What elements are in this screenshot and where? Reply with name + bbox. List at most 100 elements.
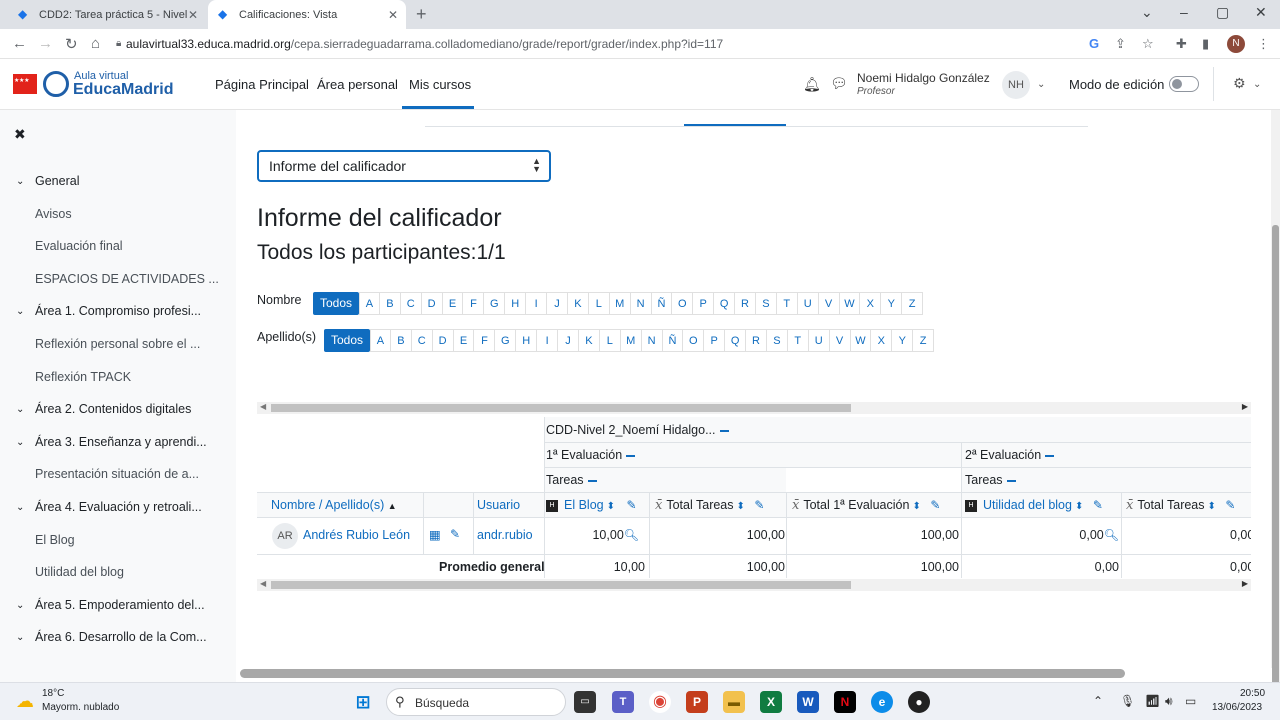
nav-home[interactable]: Página Principal <box>215 77 309 92</box>
last-name-initial-i[interactable]: I <box>537 329 559 352</box>
last-name-initial-t[interactable]: T <box>787 329 809 352</box>
first-name-initial-w[interactable]: W <box>839 292 861 315</box>
name-sort-link[interactable]: Nombre / Apellido(s) <box>271 498 384 512</box>
educamadrid-logo-icon[interactable] <box>43 71 69 97</box>
messages-icon[interactable]: 💬︎ <box>830 75 848 92</box>
url-field[interactable]: aulavirtual33.educa.madrid.org/cepa.sier… <box>126 37 723 51</box>
lock-icon[interactable]: 🔒︎ <box>116 38 121 49</box>
edit-pencil-icon[interactable]: ✎ <box>1225 498 1235 512</box>
edge-icon[interactable]: e <box>871 691 893 713</box>
drawer-activity[interactable]: Utilidad del blog <box>35 565 124 579</box>
utilidad-column-link[interactable]: Utilidad del blog <box>983 498 1072 512</box>
eval2-category-header[interactable]: 2ª Evaluación <box>965 448 1055 462</box>
logo-title[interactable]: EducaMadrid <box>73 81 173 99</box>
student-username-link[interactable]: andr.rubio <box>477 528 533 542</box>
drawer-section[interactable]: Área 6. Desarrollo de la Com... <box>35 630 207 644</box>
first-name-initial-p[interactable]: P <box>693 292 715 315</box>
section-chevron-icon[interactable]: ⌄ <box>16 404 24 415</box>
grade-analysis-icon[interactable]: 🔍︎ <box>624 528 639 542</box>
minimize-icon[interactable]: – <box>1180 4 1188 20</box>
last-name-initial-b[interactable]: B <box>390 329 412 352</box>
drawer-activity[interactable]: Avisos <box>35 207 72 221</box>
first-name-initial-c[interactable]: C <box>400 292 422 315</box>
last-name-initial-k[interactable]: K <box>578 329 600 352</box>
tab-search-chevron-icon[interactable]: ⌄ <box>1141 4 1153 21</box>
tareas1-category-header[interactable]: Tareas <box>546 473 597 487</box>
blog-column-link[interactable]: El Blog <box>564 498 604 512</box>
last-name-all-button[interactable]: Todos <box>324 329 371 352</box>
first-name-initial-g[interactable]: G <box>484 292 506 315</box>
name-column-header[interactable]: Nombre / Apellido(s) ▲ <box>271 498 397 512</box>
last-name-initial-v[interactable]: V <box>829 329 851 352</box>
settings-chevron-icon[interactable]: ⌄ <box>1253 79 1261 90</box>
drawer-activity[interactable]: Evaluación final <box>35 239 123 253</box>
user-avatar[interactable]: NH <box>1002 71 1030 99</box>
sort-ascending-icon[interactable]: ▲ <box>388 501 397 511</box>
browser-tab[interactable]: ◆ CDD2: Tarea práctica 5 - Nivel A2 ✕ <box>8 0 206 29</box>
user-menu-chevron-icon[interactable]: ⌄ <box>1037 79 1045 90</box>
edit-pencil-icon[interactable]: ✎ <box>930 498 940 512</box>
drawer-section[interactable]: General <box>35 174 79 188</box>
last-name-initial-g[interactable]: G <box>495 329 517 352</box>
grade-cell-blog[interactable]: 10,00🔍︎ <box>592 528 639 542</box>
first-name-initial-n[interactable]: N <box>630 292 652 315</box>
section-chevron-icon[interactable]: ⌄ <box>16 437 24 448</box>
close-window-icon[interactable]: ✕ <box>1255 4 1267 21</box>
last-name-initial-l[interactable]: L <box>599 329 621 352</box>
first-name-initial-y[interactable]: Y <box>881 292 903 315</box>
first-name-initial-v[interactable]: V <box>818 292 840 315</box>
edit-pencil-icon[interactable]: ✎ <box>754 498 764 512</box>
grade-cell-total-tareas[interactable]: 100,00 <box>747 528 785 542</box>
last-name-initial-z[interactable]: Z <box>913 329 935 352</box>
first-name-initial-k[interactable]: K <box>567 292 589 315</box>
last-name-initial-q[interactable]: Q <box>725 329 747 352</box>
drawer-activity[interactable]: Reflexión TPACK <box>35 370 131 384</box>
extensions-icon[interactable]: ✚ <box>1176 36 1187 52</box>
last-name-initial-x[interactable]: X <box>871 329 893 352</box>
scrollbar-thumb[interactable] <box>271 404 851 412</box>
bookmark-star-icon[interactable]: ☆ <box>1142 36 1154 52</box>
drawer-section[interactable]: Área 2. Contenidos digitales <box>35 402 191 416</box>
netflix-icon[interactable]: N <box>834 691 856 713</box>
new-tab-icon[interactable]: + <box>416 4 427 25</box>
battery-icon[interactable]: ▭ <box>1185 694 1196 708</box>
first-name-initial-a[interactable]: A <box>359 292 380 315</box>
scrollbar-thumb[interactable] <box>1272 225 1279 695</box>
reload-icon[interactable]: ↻ <box>65 35 78 53</box>
last-name-initial-n[interactable]: N <box>641 329 663 352</box>
obs-icon[interactable]: ● <box>908 691 930 713</box>
first-name-initial-h[interactable]: H <box>505 292 527 315</box>
section-chevron-icon[interactable]: ⌄ <box>16 306 24 317</box>
section-chevron-icon[interactable]: ⌄ <box>16 632 24 643</box>
first-name-initial-o[interactable]: O <box>672 292 694 315</box>
back-icon[interactable]: ← <box>12 35 27 52</box>
first-name-initial-t[interactable]: T <box>776 292 798 315</box>
grade-cell-total-eval1[interactable]: 100,00 <box>921 528 959 542</box>
page-horizontal-scrollbar[interactable] <box>236 668 1272 682</box>
drawer-section[interactable]: Área 4. Evaluación y retroali... <box>35 500 202 514</box>
course-category-header[interactable]: CDD-Nivel 2_Noemí Hidalgo... <box>546 423 729 437</box>
weather-description[interactable]: Mayorm. nublado <box>42 702 119 713</box>
first-name-initial-q[interactable]: Q <box>714 292 736 315</box>
last-name-initial-r[interactable]: R <box>746 329 767 352</box>
page-vertical-scrollbar[interactable] <box>1271 110 1280 695</box>
student-avatar[interactable]: AR <box>272 523 298 549</box>
last-name-initial-f[interactable]: F <box>474 329 496 352</box>
grade-cell-total-tareas2[interactable]: 0,00 <box>1230 528 1251 542</box>
edit-pencil-icon[interactable]: ✎ <box>1093 498 1103 512</box>
section-chevron-icon[interactable]: ⌄ <box>16 176 24 187</box>
eval1-category-header[interactable]: 1ª Evaluación <box>546 448 636 462</box>
excel-icon[interactable]: X <box>760 691 782 713</box>
volume-icon[interactable]: 🔊︎ <box>1165 694 1173 709</box>
grade-analysis-icon[interactable]: 🔍︎ <box>1104 528 1119 542</box>
collapse-icon[interactable] <box>587 479 597 482</box>
edit-pencil-icon[interactable]: ✎ <box>626 498 636 512</box>
first-name-initial-s[interactable]: S <box>755 292 777 315</box>
first-name-initial-f[interactable]: F <box>463 292 485 315</box>
total-tareas2-column-header[interactable]: x̄ Total Tareas ⬍ ✎ <box>1126 498 1235 513</box>
first-name-initial-r[interactable]: R <box>735 292 756 315</box>
edit-mode-toggle[interactable] <box>1169 76 1199 92</box>
drawer-section[interactable]: Área 1. Compromiso profesi... <box>35 304 201 318</box>
total-eval1-column-header[interactable]: x̄ Total 1ª Evaluación ⬍ ✎ <box>792 498 940 513</box>
notifications-bell-icon[interactable]: 🔔︎ <box>803 76 821 93</box>
